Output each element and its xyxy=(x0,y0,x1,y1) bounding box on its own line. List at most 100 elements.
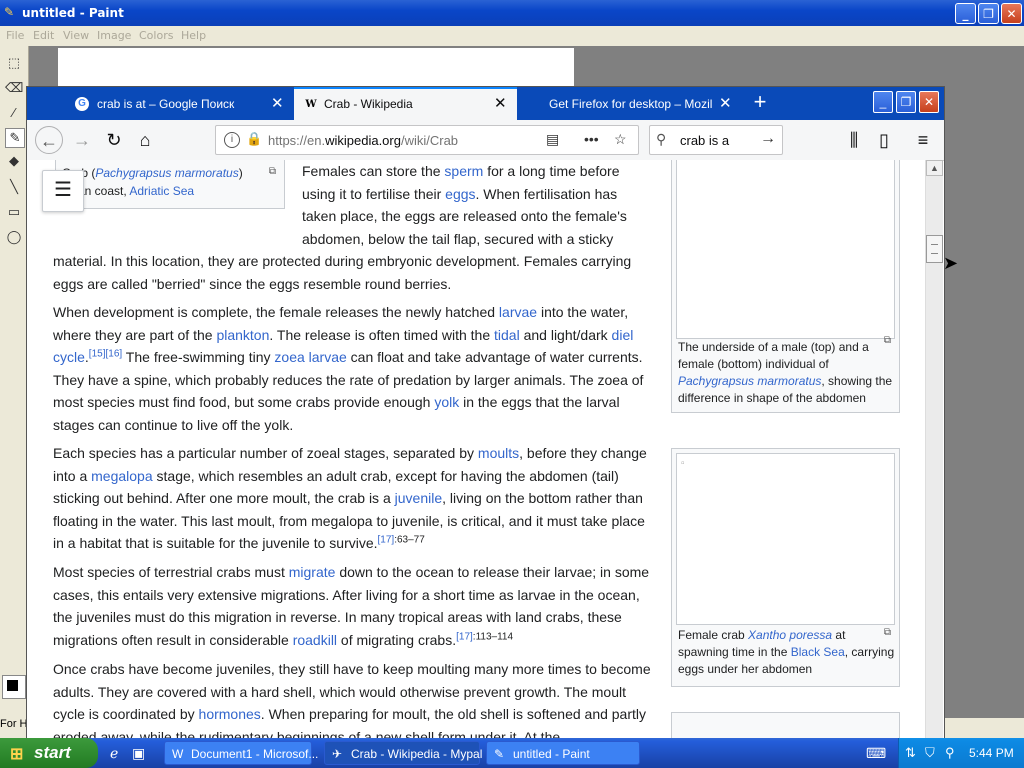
line-icon[interactable]: ╲ xyxy=(5,178,23,196)
menu-file[interactable]: File xyxy=(6,29,24,42)
tab-firefox[interactable]: Get Firefox for desktop – Mozilla (U ✕ xyxy=(527,89,733,119)
minimize-button[interactable]: _ xyxy=(955,3,976,24)
link-xantho-poressa[interactable]: Xantho poressa xyxy=(748,628,832,642)
close-button[interactable]: ✕ xyxy=(919,91,939,113)
page-actions-icon[interactable]: ••• xyxy=(584,131,599,147)
paint-icon: ✎ xyxy=(494,747,505,761)
security-shield-icon[interactable]: ⛉ xyxy=(925,745,935,761)
browser-window: G crab is at – Google Поиск ✕ W Crab - W… xyxy=(27,87,944,738)
home-icon[interactable]: ⌂ xyxy=(133,128,157,152)
tab-label: Crab - Wikipedia xyxy=(324,97,413,111)
library-icon[interactable]: ⫼ xyxy=(842,128,866,152)
tab-close-icon[interactable]: ✕ xyxy=(271,89,284,119)
citation-15[interactable]: [15] xyxy=(89,348,106,359)
link-pachygrapsus[interactable]: Pachygrapsus marmoratus xyxy=(678,374,821,388)
menu-icon[interactable]: ≡ xyxy=(911,128,935,152)
link-black-sea[interactable]: Black Sea xyxy=(791,645,845,659)
scroll-thumb[interactable] xyxy=(926,235,943,263)
ellipse-icon[interactable]: ◯ xyxy=(5,228,23,246)
tab-close-icon[interactable]: ✕ xyxy=(494,89,507,119)
link-roadkill[interactable]: roadkill xyxy=(293,632,337,648)
pencil-icon[interactable]: ✎ xyxy=(5,128,25,148)
paint-title-bar[interactable]: ✎ untitled - Paint _ ❐ ✕ xyxy=(0,0,1024,26)
task-browser[interactable]: ✈ Crab - Wikipedia - Mypal xyxy=(324,741,482,765)
clock: 5:44 PM xyxy=(969,746,1014,760)
menu-view[interactable]: View xyxy=(63,29,89,42)
vertical-scrollbar[interactable]: ▲ xyxy=(925,160,943,738)
citation-17[interactable]: [17] xyxy=(378,534,395,545)
link-tidal[interactable]: tidal xyxy=(494,327,520,343)
link-migrate[interactable]: migrate xyxy=(289,564,336,580)
broken-image-icon: ▫ xyxy=(681,458,685,469)
link-juvenile[interactable]: juvenile xyxy=(395,490,442,506)
search-input[interactable]: crab is a xyxy=(680,133,729,148)
close-button[interactable]: ✕ xyxy=(1001,3,1022,24)
free-select-icon[interactable]: ⬚ xyxy=(5,54,23,72)
figure-xantho: ▫ ⧉ Female crab Xantho poressa at spawni… xyxy=(671,448,900,687)
link-larvae[interactable]: larvae xyxy=(499,304,537,320)
search-tray-icon[interactable]: ⚲ xyxy=(945,745,955,761)
tab-wikipedia[interactable]: W Crab - Wikipedia ✕ xyxy=(294,87,517,122)
network-icon[interactable]: ⇅ xyxy=(905,745,916,761)
start-button[interactable]: ⊞ start xyxy=(0,738,98,768)
forward-icon[interactable]: → xyxy=(70,128,94,152)
paint-canvas[interactable] xyxy=(58,48,574,88)
nav-toolbar: ← → ↻ ⌂ i 🔒 https://en.wikipedia.org/wik… xyxy=(27,120,944,161)
figure-image[interactable] xyxy=(676,160,895,339)
back-icon[interactable]: ← xyxy=(35,126,63,154)
task-word[interactable]: W Document1 - Microsof... xyxy=(164,741,318,765)
paragraph-larvae: When development is complete, the female… xyxy=(53,304,644,433)
paragraph-fertilisation: Females can store the sperm for a long t… xyxy=(53,163,632,292)
reader-view-icon[interactable]: ▤ xyxy=(546,131,559,148)
link-hormones[interactable]: hormones xyxy=(199,706,261,722)
link-plankton[interactable]: plankton xyxy=(216,327,269,343)
bookmark-star-icon[interactable]: ☆ xyxy=(614,131,627,148)
mouse-cursor-icon: ➤ xyxy=(943,253,959,273)
new-tab-icon[interactable]: + xyxy=(750,91,770,115)
menu-edit[interactable]: Edit xyxy=(33,29,54,42)
start-label: start xyxy=(34,743,71,762)
keyboard-icon[interactable]: ⌨ xyxy=(866,745,886,762)
fill-icon[interactable]: ◆ xyxy=(5,152,23,170)
search-bar[interactable]: ⚲ crab is a → xyxy=(649,125,783,155)
link-yolk[interactable]: yolk xyxy=(434,394,459,410)
ie-icon[interactable]: ℯ xyxy=(110,745,118,762)
google-icon: G xyxy=(75,97,89,111)
task-paint[interactable]: ✎ untitled - Paint xyxy=(486,741,640,765)
rectangle-icon[interactable]: ▭ xyxy=(5,203,23,221)
eraser-icon[interactable]: ⌫ xyxy=(5,79,23,97)
tab-google[interactable]: G crab is at – Google Поиск ✕ xyxy=(75,89,287,119)
reload-icon[interactable]: ↻ xyxy=(102,128,126,152)
color-swatch[interactable] xyxy=(2,675,26,699)
sidebar-icon[interactable]: ▯ xyxy=(872,128,896,152)
link-sperm[interactable]: sperm xyxy=(444,163,483,179)
citation-17[interactable]: [17] xyxy=(456,631,473,642)
task-label: untitled - Paint xyxy=(513,747,590,761)
link-eggs[interactable]: eggs xyxy=(445,186,475,202)
url-text[interactable]: https://en.wikipedia.org/wiki/Crab xyxy=(268,133,458,148)
paragraph-migration: Most species of terrestrial crabs must m… xyxy=(53,564,650,648)
search-go-icon[interactable]: → xyxy=(760,130,776,148)
citation-16[interactable]: [16] xyxy=(105,348,122,359)
maximize-button[interactable]: ❐ xyxy=(896,91,916,113)
menu-image[interactable]: Image xyxy=(97,29,131,42)
system-tray: ⇅ ⛉ ⚲ 5:44 PM xyxy=(898,738,1024,768)
minimize-button[interactable]: _ xyxy=(873,91,893,113)
paragraph-zoeal-stages: Each species has a particular number of … xyxy=(53,445,647,551)
tab-close-icon[interactable]: ✕ xyxy=(719,89,732,119)
menu-help[interactable]: Help xyxy=(181,29,206,42)
link-moults[interactable]: moults xyxy=(478,445,519,461)
tab-label: crab is at – Google Поиск xyxy=(97,97,235,111)
eyedropper-icon[interactable]: ⁄ xyxy=(5,104,23,122)
link-zoea-larvae[interactable]: zoea larvae xyxy=(274,349,346,365)
menu-colors[interactable]: Colors xyxy=(139,29,173,42)
url-bar[interactable]: i 🔒 https://en.wikipedia.org/wiki/Crab ▤… xyxy=(215,125,639,155)
info-icon[interactable]: i xyxy=(224,132,240,148)
link-megalopa[interactable]: megalopa xyxy=(91,468,153,484)
maximize-button[interactable]: ❐ xyxy=(978,3,999,24)
show-desktop-icon[interactable]: ▣ xyxy=(132,745,145,762)
paint-status-bar: For H xyxy=(0,718,28,738)
paint-window-title: untitled - Paint xyxy=(22,6,124,20)
scroll-up-icon[interactable]: ▲ xyxy=(926,160,943,176)
figure-image[interactable]: ▫ xyxy=(676,453,895,625)
